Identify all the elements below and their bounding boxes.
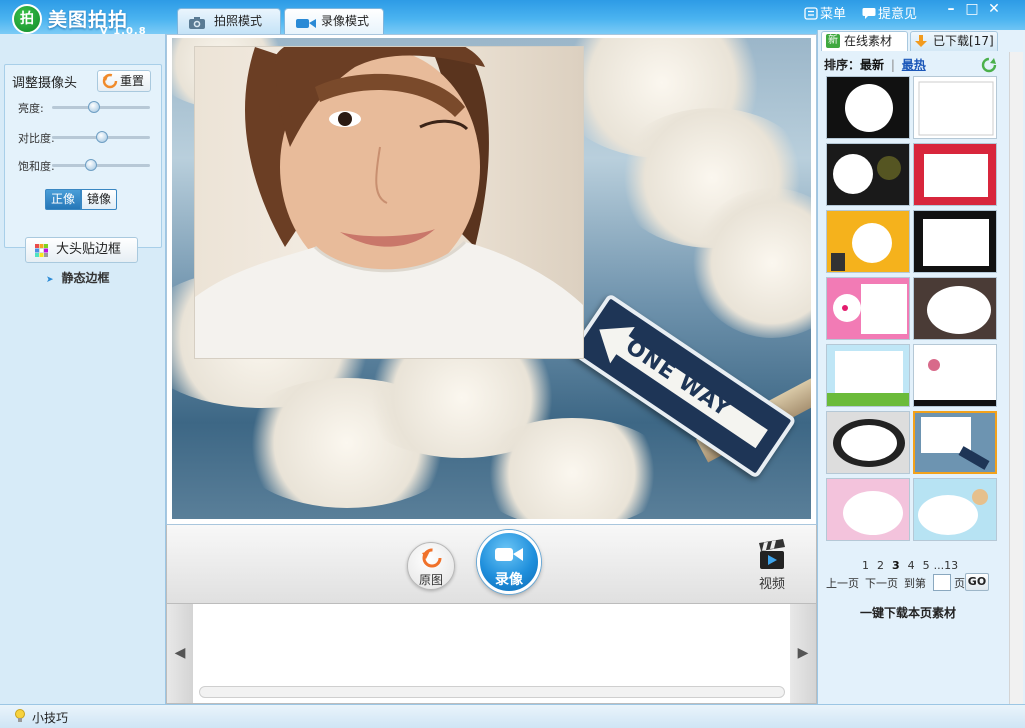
- record-button[interactable]: 录像: [477, 530, 541, 594]
- saturation-label: 饱和度:: [18, 160, 55, 173]
- feedback-label: 提意见: [878, 7, 918, 22]
- static-frame-item[interactable]: ➤ 静态边框: [46, 269, 110, 286]
- contrast-slider[interactable]: [52, 131, 150, 143]
- material-thumbnail-cloud-shape-frame[interactable]: [913, 277, 997, 340]
- pagination: 1 2 3 4 5 ...13: [858, 559, 962, 572]
- online-tab-label: 在线素材: [844, 34, 893, 48]
- vertical-scrollbar[interactable]: [1009, 52, 1023, 704]
- strip-next-button[interactable]: ▶: [790, 604, 816, 703]
- control-bar: 原图 录像 视频: [166, 525, 817, 603]
- new-badge-icon: 新: [826, 34, 840, 48]
- tab-photo-mode[interactable]: 拍照模式: [177, 8, 281, 34]
- tips-link[interactable]: 小技巧: [15, 709, 69, 726]
- minimize-button[interactable]: –: [943, 1, 959, 17]
- reset-icon: [102, 73, 118, 95]
- material-thumbnail-pink-swirl-frame[interactable]: [826, 478, 910, 541]
- goto-label: 到第: [904, 577, 926, 590]
- palette-grid-icon: [34, 243, 49, 267]
- portrait-overlay: [194, 46, 584, 359]
- material-thumbnail-white-corner-frame[interactable]: [913, 76, 997, 139]
- material-thumbnail-black-lace-frame[interactable]: [913, 210, 997, 273]
- photo-frame-label: 大头贴边框: [56, 242, 122, 257]
- materials-panel: 新 在线素材 已下载[17] 排序：最新 | 最热 1 2 3 4 5 ...13 上一页…: [817, 30, 1025, 704]
- tab-downloaded[interactable]: 已下载[17]: [910, 31, 998, 51]
- prev-page-link[interactable]: 上一页: [826, 577, 859, 590]
- page-link-current[interactable]: 3: [892, 559, 900, 572]
- material-thumbnail-black-ornament-oval-frame[interactable]: [826, 411, 910, 474]
- goto-page-input[interactable]: [933, 574, 951, 591]
- video-camera-icon: [495, 548, 523, 561]
- feedback-button[interactable]: 提意见: [862, 3, 917, 24]
- speech-bubble-icon: [862, 7, 876, 24]
- page-link[interactable]: 5: [923, 559, 930, 572]
- material-thumbnail-flower-meadow-frame[interactable]: [826, 344, 910, 407]
- video-library-button[interactable]: 视频: [752, 539, 792, 592]
- undo-icon: [422, 548, 442, 568]
- menu-label: 菜单: [820, 7, 847, 22]
- material-thumbnail-hello-kitty-frame[interactable]: [826, 277, 910, 340]
- original-button[interactable]: 原图: [407, 542, 455, 590]
- tips-label: 小技巧: [32, 711, 69, 725]
- tab-online-materials[interactable]: 新 在线素材: [821, 31, 908, 51]
- sort-separator: |: [890, 58, 895, 72]
- material-thumbnail-red-pattern-frame[interactable]: [913, 143, 997, 206]
- next-page-link[interactable]: 下一页: [865, 577, 898, 590]
- triangle-right-icon: ➤: [46, 275, 54, 285]
- camera-settings-title: 调整摄像头: [12, 76, 78, 91]
- title-bar: 拍 美图拍拍 V 1.0.8 拍照模式 录像模式 菜单 提意见 – □ ✕: [0, 0, 1025, 37]
- contrast-label: 对比度:: [18, 132, 55, 145]
- video-label: 视频: [758, 577, 785, 592]
- sort-row: 排序：最新 | 最热: [824, 56, 926, 73]
- material-thumbnail-dark-rose-frame[interactable]: [826, 143, 910, 206]
- material-thumbnail-sunburst-frame[interactable]: [826, 210, 910, 273]
- download-arrow-icon: [915, 34, 927, 53]
- sort-hottest[interactable]: 最热: [902, 58, 926, 72]
- slider-thumb[interactable]: [95, 131, 108, 143]
- material-thumbnail-skull-round-frame[interactable]: [826, 76, 910, 139]
- go-button[interactable]: GO: [965, 573, 989, 591]
- download-all-link[interactable]: 一键下载本页素材: [860, 604, 956, 621]
- normal-view-toggle[interactable]: 正像: [45, 189, 81, 210]
- brightness-label: 亮度:: [18, 102, 44, 115]
- refresh-icon[interactable]: [981, 57, 997, 76]
- close-button[interactable]: ✕: [986, 1, 1002, 17]
- reset-button[interactable]: 重置: [97, 70, 151, 92]
- page-ellipsis: ...: [933, 559, 945, 572]
- material-thumbnail-sky-scene-frame[interactable]: [913, 411, 997, 474]
- lightbulb-icon: [14, 708, 26, 727]
- saturation-slider[interactable]: [52, 159, 150, 171]
- clapperboard-icon: [759, 539, 785, 569]
- sort-label: 排序：: [824, 58, 861, 72]
- app-logo-icon: 拍: [12, 4, 42, 34]
- record-label: 录像: [495, 572, 523, 588]
- downloaded-tab-label: 已下载[17]: [933, 34, 994, 48]
- reset-label: 重置: [120, 74, 145, 88]
- mirror-view-toggle[interactable]: 镜像: [81, 189, 117, 210]
- page-unit-label: 页: [954, 577, 965, 590]
- brightness-slider[interactable]: [52, 101, 150, 113]
- photo-frame-button[interactable]: 大头贴边框: [25, 237, 138, 263]
- tab-label: 拍照模式: [214, 14, 263, 28]
- filmstrip: ◀ ▶: [166, 603, 817, 704]
- static-frame-label: 静态边框: [61, 271, 110, 285]
- maximize-button[interactable]: □: [964, 1, 980, 17]
- page-link[interactable]: 1: [862, 559, 869, 572]
- status-bar: 小技巧: [0, 704, 1025, 728]
- page-link[interactable]: 13: [944, 559, 958, 572]
- sort-newest[interactable]: 最新: [860, 58, 884, 72]
- material-thumbnail-plum-blossom-frame[interactable]: [913, 344, 997, 407]
- material-thumbnail-beach-frame[interactable]: [913, 478, 997, 541]
- menu-button[interactable]: 菜单: [804, 3, 846, 24]
- strip-prev-button[interactable]: ◀: [167, 604, 193, 703]
- menu-icon: [804, 7, 818, 24]
- original-label: 原图: [418, 573, 443, 587]
- page-link[interactable]: 4: [908, 559, 915, 572]
- page-link[interactable]: 2: [877, 559, 884, 572]
- horizontal-scrollbar[interactable]: [199, 686, 785, 698]
- tab-video-mode[interactable]: 录像模式: [284, 8, 384, 34]
- tab-label: 录像模式: [321, 14, 370, 28]
